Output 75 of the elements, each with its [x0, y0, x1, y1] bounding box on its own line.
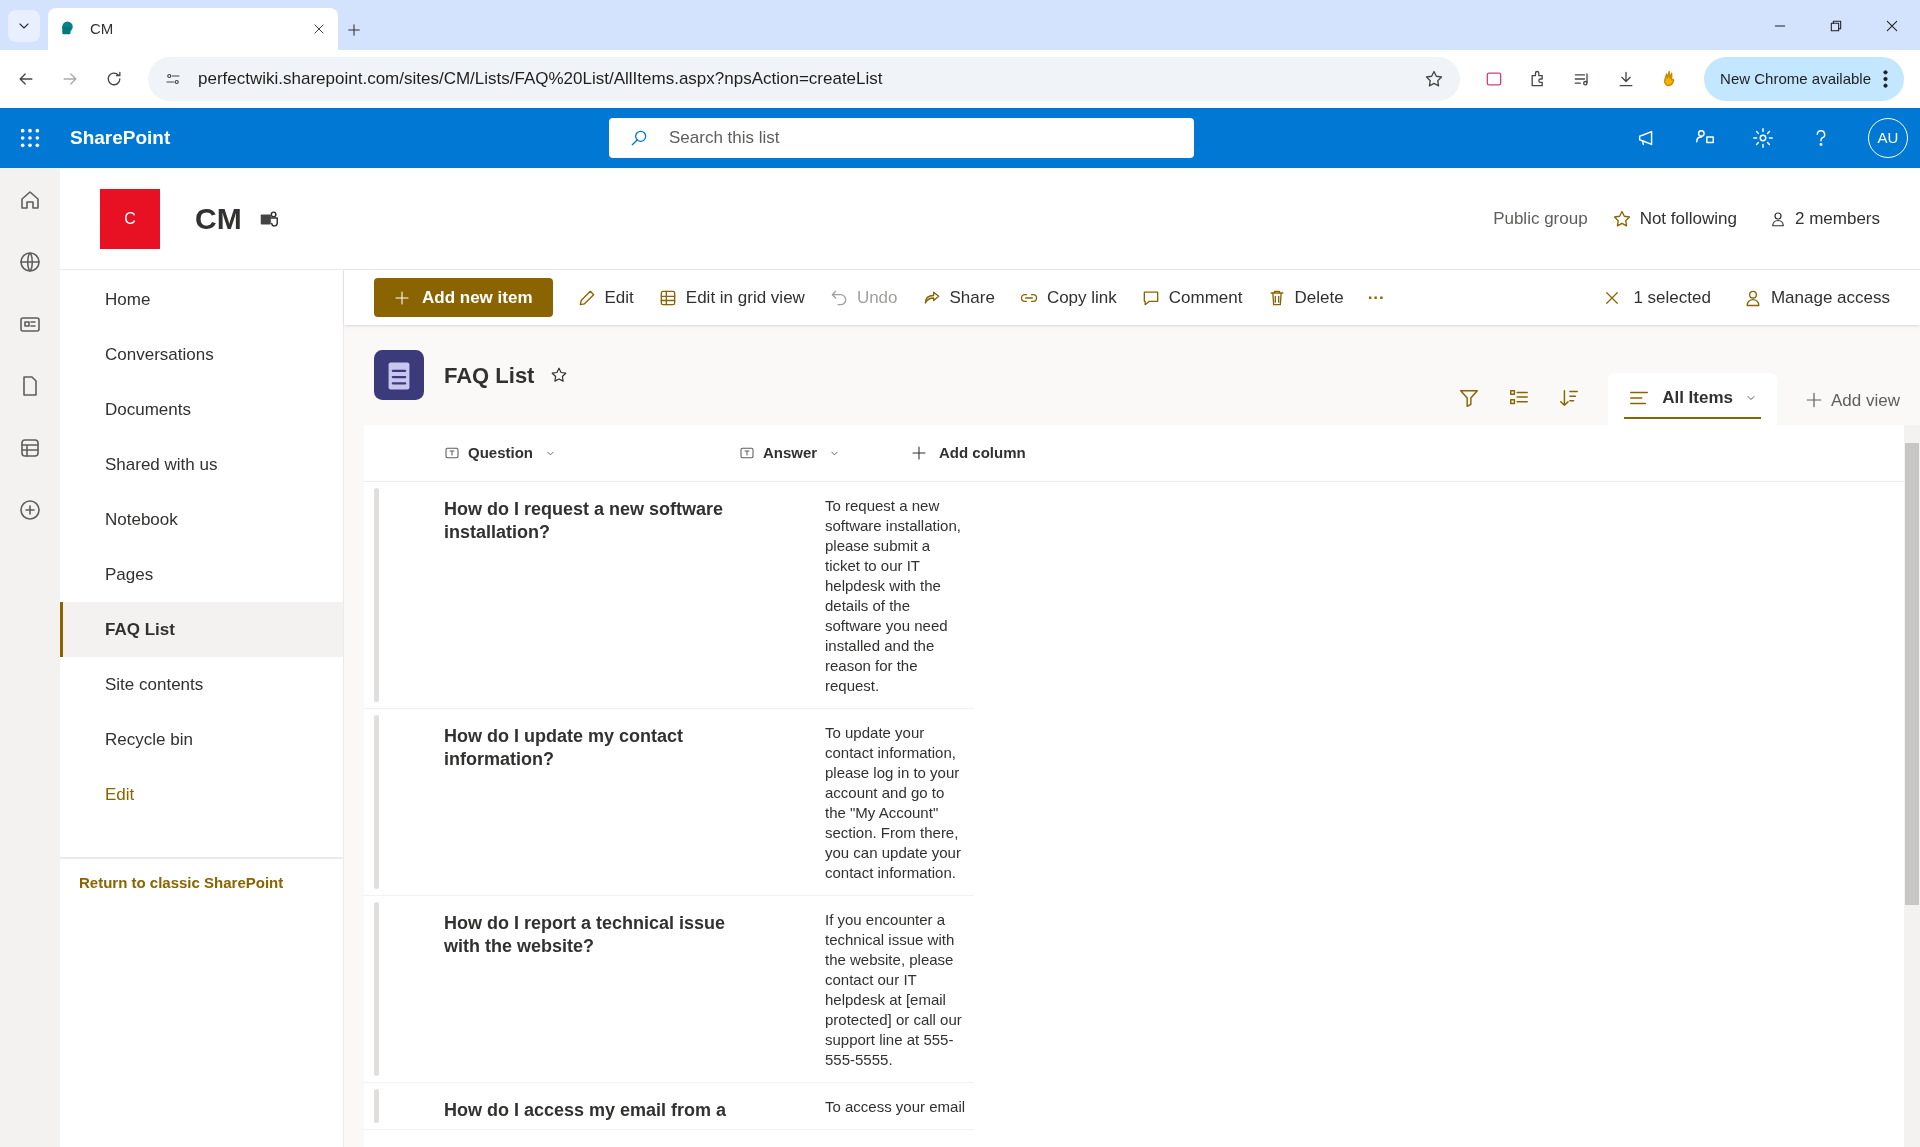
star-icon[interactable]	[550, 366, 569, 384]
manage-access-button[interactable]: Manage access	[1742, 284, 1890, 311]
nav-link[interactable]: Notebook	[60, 492, 343, 547]
members-button[interactable]: 2 members	[1768, 205, 1880, 232]
home-icon[interactable]	[18, 188, 42, 212]
url-text: perfectwiki.sharepoint.com/sites/CM/Lists/FAQ%20List/AllItems.aspx?npsAction=createList	[198, 68, 884, 91]
command-button[interactable]: Share	[921, 284, 995, 311]
more-icon	[1883, 69, 1888, 89]
nav-link[interactable]: Shared with us	[60, 437, 343, 492]
app-name[interactable]: SharePoint	[70, 123, 171, 153]
add-view-button[interactable]: Add view	[1805, 387, 1900, 413]
classic-link[interactable]: Return to classic SharePoint	[79, 874, 284, 891]
bookmark-star-icon[interactable]	[1424, 69, 1445, 89]
filter-icon[interactable]	[1458, 387, 1481, 409]
question-cell-text: How do I access my email from a	[444, 1099, 728, 1122]
column-header[interactable]: Question	[364, 425, 739, 481]
nav-link[interactable]: Site contents	[60, 657, 343, 712]
command-button[interactable]: Edit in grid view	[657, 284, 805, 311]
new-tab-icon[interactable]	[346, 22, 362, 38]
question-cell-text: How do I request a new software installation?	[444, 498, 725, 544]
close-icon[interactable]	[1884, 18, 1900, 34]
update-button[interactable]: New Chrome available	[1704, 57, 1904, 101]
tab-title: CM	[90, 18, 115, 39]
command-button[interactable]: Edit	[576, 284, 634, 311]
list-row[interactable]: How do I access my email from a To access your email	[364, 1083, 974, 1130]
close-icon[interactable]	[312, 22, 326, 36]
command-button[interactable]: Comment	[1140, 284, 1243, 311]
nav-link[interactable]: Pages	[60, 547, 343, 602]
list-title: FAQ List	[444, 361, 535, 390]
search-icon	[629, 128, 649, 148]
sort-icon[interactable]	[1558, 387, 1581, 409]
star-icon	[1611, 208, 1632, 229]
list-row[interactable]: How do I report a technical issue with the website? If you encounter a technical issue with the website, please contact our IT helpdesk at [email protected] or call our support line at 555-555-5555.	[364, 896, 974, 1083]
browser-tab[interactable]: CM	[48, 8, 338, 50]
globe-icon[interactable]	[18, 250, 42, 274]
text-column-icon	[444, 445, 460, 461]
clear-selection-button[interactable]: 1 selected	[1603, 284, 1711, 311]
follow-button[interactable]: Not following	[1611, 205, 1737, 232]
list-row[interactable]: How do I update my contact information? To update your contact information, please log in to your account and go to the "My Account" section. From there, you can update your contact information.	[364, 709, 974, 896]
nav-link[interactable]: Home	[60, 272, 343, 327]
column-header[interactable]: Answer	[739, 425, 911, 481]
search-field[interactable]: Search this list	[609, 118, 1194, 158]
plus-icon	[394, 289, 410, 306]
address-bar[interactable]: perfectwiki.sharepoint.com/sites/CM/Lists/FAQ%20List/AllItems.aspx?npsAction=createList	[148, 57, 1461, 101]
plus-icon	[1805, 391, 1823, 410]
row-selection-bar	[374, 1089, 379, 1123]
more-button[interactable]: ···	[1367, 284, 1385, 311]
nav-link[interactable]: FAQ List	[60, 602, 343, 657]
command-button[interactable]: Delete	[1266, 284, 1344, 311]
nav-link[interactable]: Edit	[60, 767, 343, 822]
site-title[interactable]: CM	[195, 196, 242, 241]
list-icon	[374, 350, 424, 400]
plus-icon	[911, 445, 927, 461]
nav-link[interactable]: Recycle bin	[60, 712, 343, 767]
answer-cell-text: If you encounter a technical issue with the website, please contact our IT helpdesk at [email protected] or call our support line at 555-555-5555.	[825, 910, 963, 1070]
command-button[interactable]: Copy link	[1018, 284, 1117, 311]
scrollbar[interactable]	[1904, 425, 1920, 1147]
question-cell-text: How do I report a technical issue with the website?	[444, 912, 727, 958]
text-column-icon	[739, 445, 755, 461]
add-new-item-button[interactable]: Add new item	[374, 278, 553, 317]
settings-icon[interactable]	[1752, 127, 1774, 149]
restore-icon[interactable]	[1828, 18, 1844, 34]
add-column-button[interactable]: Add column	[911, 441, 1026, 465]
answer-cell-text: To update your contact information, please log in to your account and go to the "My Account" section. From there, you can update your contact information.	[825, 723, 962, 883]
answer-cell-text: To request a new software installation, please submit a ticket to our IT helpdesk with the details of the software you need installed and the reason for the request.	[825, 496, 962, 696]
app-launcher-icon[interactable]	[19, 127, 41, 149]
view-tab[interactable]: All Items	[1608, 373, 1777, 425]
site-logo: C	[100, 188, 160, 249]
answer-cell: To access your email	[825, 1097, 967, 1117]
question-cell-text: How do I update my contact information?	[444, 725, 685, 771]
group-type: Public group	[1493, 207, 1588, 230]
nav-link[interactable]: Documents	[60, 382, 343, 437]
list-icon[interactable]	[18, 436, 42, 460]
add-circle-icon[interactable]	[18, 498, 42, 522]
nav-link[interactable]: Conversations	[60, 327, 343, 382]
